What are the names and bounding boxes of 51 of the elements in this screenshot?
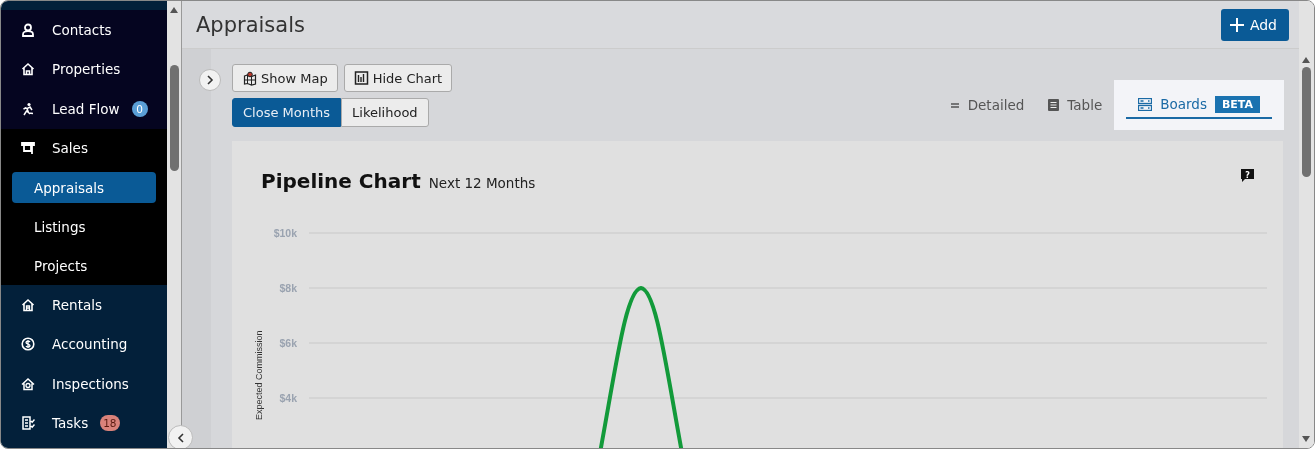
sidebar-subitem[interactable]: Listings — [12, 211, 156, 242]
scrollbar[interactable] — [167, 1, 182, 448]
list-document-icon — [1048, 99, 1060, 111]
map-icon — [242, 70, 257, 86]
hide-chart-button[interactable]: Hide Chart — [343, 64, 453, 92]
view-tab[interactable]: Table — [1048, 97, 1103, 113]
add-button[interactable]: Add — [1220, 8, 1289, 41]
count-badge: 0 — [131, 100, 148, 117]
y-tick-label: $10k — [273, 227, 297, 239]
sidebar-item[interactable]: Properties — [1, 49, 167, 89]
sidebar-item[interactable]: Sales — [1, 128, 167, 168]
plus-icon — [1229, 17, 1244, 32]
sidebar-item[interactable]: Accounting — [1, 324, 167, 364]
view-label: Boards — [1160, 96, 1207, 112]
running-person-icon — [21, 101, 35, 116]
sign-board-icon — [21, 141, 35, 156]
server-icon — [1138, 97, 1153, 111]
view-tab[interactable]: Boards BETA — [1114, 80, 1284, 130]
sidebar-item[interactable]: Rentals — [1, 285, 167, 325]
view-tab[interactable]: Detailed — [949, 97, 1025, 113]
person-icon — [21, 22, 35, 37]
help-icon[interactable]: ? — [1241, 169, 1254, 182]
house-icon — [21, 62, 35, 77]
beta-badge: BETA — [1214, 95, 1260, 113]
sidebar-subitem[interactable]: Projects — [12, 250, 156, 281]
bar-chart-icon — [353, 70, 369, 86]
segment-button[interactable]: Likelihood — [341, 98, 429, 127]
y-tick-label: $6k — [279, 337, 297, 349]
equals-icon — [949, 100, 960, 110]
chevron-right-icon — [206, 75, 214, 85]
show-map-button[interactable]: Show Map — [232, 64, 338, 92]
checklist-icon — [21, 416, 35, 431]
chart-title: Pipeline Chart — [261, 169, 421, 193]
y-tick-label: $8k — [279, 282, 297, 294]
house-search-icon — [21, 376, 35, 391]
sidebar-item[interactable]: Inspections — [1, 364, 167, 404]
dollar-coin-icon — [21, 337, 35, 352]
sidebar-subitem[interactable]: Appraisals — [12, 172, 156, 203]
expand-button[interactable] — [199, 69, 221, 91]
chart-subtitle: Next 12 Months — [428, 175, 536, 191]
scrollbar[interactable] — [1299, 1, 1314, 448]
count-badge: 18 — [100, 415, 120, 432]
house-icon — [21, 297, 35, 312]
sidebar-item[interactable]: Contacts — [1, 10, 167, 50]
sidebar-item[interactable]: Lead Flow 0 — [1, 89, 167, 129]
chevron-left-icon — [176, 432, 185, 443]
page-title: Appraisals — [196, 12, 305, 37]
y-tick-label: $4k — [279, 392, 297, 404]
sidebar-item[interactable]: Tasks 18 — [1, 403, 167, 443]
segment-button[interactable]: Close Months — [232, 98, 342, 127]
y-axis-label: Expected Commission — [254, 330, 264, 420]
